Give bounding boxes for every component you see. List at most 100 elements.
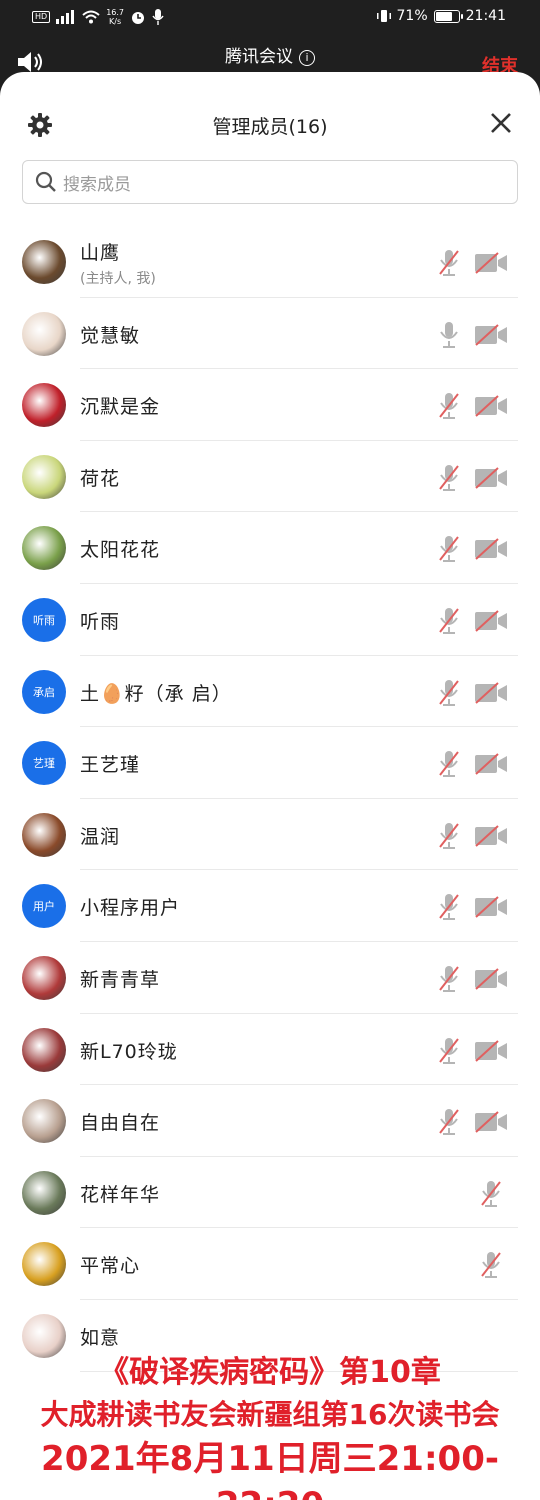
member-row[interactable]: 艺瑾 王艺瑾 (0, 727, 540, 799)
meeting-bar: 腾讯会议 i 结束 (0, 34, 540, 77)
member-name: 太阳花花 (80, 539, 161, 562)
member-name: 新青青草 (80, 968, 161, 991)
member-row[interactable]: 新青青草 (0, 942, 540, 1014)
avatar: 承启 (22, 669, 66, 714)
member-row[interactable]: 承启 土🥚籽（承 启） (0, 656, 540, 728)
mic-muted-icon[interactable] (438, 821, 460, 851)
avatar (22, 1027, 66, 1072)
overlay-caption: 《破译疾病密码》第10章 大成耕读书友会新疆组第16次读书会 2021年8月11… (0, 1352, 540, 1500)
mic-muted-icon[interactable] (438, 749, 460, 779)
camera-off-icon[interactable] (474, 323, 508, 346)
camera-off-icon[interactable] (474, 896, 508, 919)
member-list: 山鹰 (主持人, 我) 觉慧敏 沉默是金 荷花 太阳花花 听雨 听雨 承启 土🥚… (0, 226, 540, 1372)
camera-off-icon[interactable] (474, 1039, 508, 1062)
search-placeholder: 搜索成员 (63, 174, 131, 195)
member-name: 土🥚籽（承 启） (80, 682, 232, 705)
member-row[interactable]: 听雨 听雨 (0, 584, 540, 656)
member-row[interactable]: 平常心 (0, 1228, 540, 1300)
network-speed: 16.7 K/s (106, 8, 124, 26)
camera-off-icon[interactable] (474, 610, 508, 632)
mic-muted-icon[interactable] (438, 678, 460, 708)
member-name: 平常心 (80, 1255, 141, 1278)
signal-icon (56, 10, 75, 24)
caption-line-2: 大成耕读书友会新疆组第16次读书会 (40, 1398, 500, 1431)
camera-off-icon[interactable] (474, 753, 508, 775)
avatar (22, 240, 66, 284)
avatar (22, 311, 66, 356)
member-name: 王艺瑾 (80, 754, 141, 777)
avatar: 艺瑾 (22, 741, 66, 786)
avatar (22, 955, 66, 1000)
mic-muted-icon[interactable] (438, 964, 460, 994)
member-row[interactable]: 沉默是金 (0, 369, 540, 441)
member-name: 沉默是金 (80, 396, 161, 419)
mic-muted-icon[interactable] (438, 1107, 460, 1137)
avatar (22, 812, 66, 857)
member-name: 荷花 (80, 467, 121, 490)
avatar (22, 1242, 66, 1287)
wifi-icon (82, 10, 100, 24)
member-name: 新L70玲珑 (80, 1040, 178, 1063)
mic-muted-icon[interactable] (438, 248, 460, 278)
member-row[interactable]: 荷花 (0, 441, 540, 513)
alarm-icon (132, 12, 144, 24)
search-icon (35, 171, 56, 192)
mic-muted-icon[interactable] (438, 391, 460, 421)
member-name: 小程序用户 (80, 897, 181, 920)
microphone-icon (152, 9, 164, 25)
mic-muted-icon[interactable] (438, 606, 460, 636)
avatar (22, 1099, 66, 1144)
member-name: 自由自在 (80, 1112, 161, 1135)
member-row[interactable]: 自由自在 (0, 1085, 540, 1157)
member-row[interactable]: 山鹰 (主持人, 我) (0, 226, 540, 298)
mic-icon[interactable] (438, 320, 460, 350)
member-name: 如意 (80, 1326, 121, 1349)
member-name: 温润 (80, 825, 121, 848)
battery-percent: 71% (396, 8, 428, 24)
member-row[interactable]: 觉慧敏 (0, 298, 540, 370)
member-role: (主持人, 我) (80, 271, 156, 287)
mic-muted-icon[interactable] (438, 463, 460, 493)
member-row[interactable]: 新L70玲珑 (0, 1014, 540, 1086)
member-name: 山鹰 (80, 242, 121, 264)
avatar (22, 454, 66, 499)
mic-muted-icon[interactable] (438, 1036, 460, 1066)
mic-muted-icon[interactable] (438, 534, 460, 564)
member-row[interactable]: 用户 小程序用户 (0, 870, 540, 942)
vibrate-icon (376, 10, 391, 22)
battery-icon (433, 9, 463, 23)
camera-off-icon[interactable] (474, 252, 508, 274)
avatar (22, 526, 66, 571)
status-bar: HD 16.7 K/s 71% 21:41 (0, 0, 540, 34)
manage-members-panel: 管理成员(16) 搜索成员 山鹰 (主持人, 我) 觉慧敏 沉默是金 荷花 太阳… (0, 72, 540, 1500)
camera-off-icon[interactable] (474, 681, 508, 704)
hd-icon: HD (32, 11, 51, 23)
member-row[interactable]: 花样年华 (0, 1157, 540, 1229)
member-name: 听雨 (80, 610, 121, 633)
close-icon[interactable] (490, 112, 512, 134)
camera-off-icon[interactable] (474, 1111, 508, 1133)
member-name: 觉慧敏 (80, 324, 141, 347)
member-row[interactable]: 温润 (0, 799, 540, 871)
avatar (22, 383, 66, 428)
camera-off-icon[interactable] (474, 395, 508, 417)
meeting-title[interactable]: 腾讯会议 i (0, 42, 540, 67)
clock: 21:41 (465, 8, 506, 24)
member-name: 花样年华 (80, 1183, 161, 1206)
caption-line-1: 《破译疾病密码》第10章 (99, 1355, 441, 1390)
camera-off-icon[interactable] (474, 968, 508, 990)
avatar: 用户 (22, 884, 66, 929)
camera-off-icon[interactable] (474, 825, 508, 847)
camera-off-icon[interactable] (474, 467, 508, 489)
mic-muted-icon[interactable] (480, 1250, 502, 1280)
camera-off-icon[interactable] (474, 538, 508, 561)
avatar: 听雨 (22, 597, 66, 642)
mic-muted-icon[interactable] (480, 1179, 502, 1209)
panel-title: 管理成员(16) (212, 116, 328, 138)
caption-line-3: 2021年8月11日周三21:00-22:20 (41, 1439, 499, 1500)
avatar (22, 1170, 66, 1215)
search-input[interactable]: 搜索成员 (22, 160, 518, 204)
member-row[interactable]: 太阳花花 (0, 512, 540, 584)
info-icon[interactable]: i (299, 50, 315, 66)
mic-muted-icon[interactable] (438, 892, 460, 922)
